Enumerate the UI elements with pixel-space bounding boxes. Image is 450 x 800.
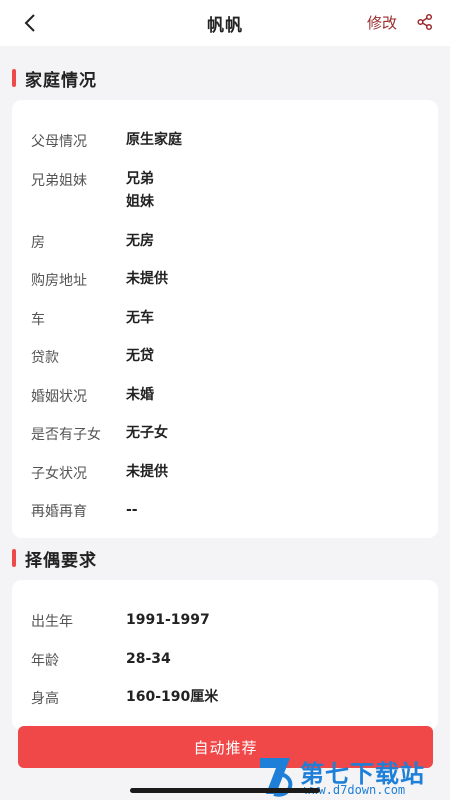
row-value: 原生家庭 (126, 132, 182, 148)
row-value: 无子女 (126, 425, 168, 441)
row-label: 贷款 (31, 350, 59, 366)
row-label: 房 (31, 235, 45, 251)
partner-section-title: 择偶要求 (25, 550, 97, 571)
share-icon (417, 13, 433, 31)
family-section-header: 家庭情况 (0, 64, 450, 92)
row-value: 姐妹 (126, 194, 154, 210)
home-indicator (130, 788, 320, 793)
row-value: 兄弟 (126, 171, 154, 187)
row-label: 再婚再育 (31, 504, 87, 520)
row-value: 无房 (126, 233, 154, 249)
row-value: 未婚 (126, 387, 154, 403)
screen: 帆帆 修改 家庭情况 父母情况 原生家庭 兄弟姐妹 兄弟 姐妹 房 无房 购房地… (0, 0, 450, 800)
row-label: 车 (31, 312, 45, 328)
row-label: 子女状况 (31, 466, 87, 482)
share-button[interactable] (416, 13, 434, 31)
family-card: 父母情况 原生家庭 兄弟姐妹 兄弟 姐妹 房 无房 购房地址 未提供 车 无车 … (12, 100, 438, 538)
row-value: -- (126, 502, 138, 518)
row-label: 婚姻状况 (31, 389, 87, 405)
row-value: 未提供 (126, 271, 168, 287)
partner-section-header: 择偶要求 (0, 544, 450, 572)
row-label: 兄弟姐妹 (31, 173, 87, 189)
chevron-left-icon (24, 14, 35, 32)
row-label: 父母情况 (31, 134, 87, 150)
row-value: 无车 (126, 310, 154, 326)
row-value: 160-190厘米 (126, 689, 219, 705)
row-value: 无贷 (126, 348, 154, 364)
partner-card: 出生年 1991-1997 年龄 28-34 身高 160-190厘米 (12, 580, 438, 730)
section-marker (12, 549, 16, 567)
row-value: 未提供 (126, 464, 168, 480)
back-button[interactable] (18, 11, 42, 35)
row-label: 年龄 (31, 653, 59, 669)
top-bar: 帆帆 修改 (0, 0, 450, 46)
family-section-title: 家庭情况 (25, 70, 97, 91)
row-value: 28-34 (126, 651, 171, 667)
row-label: 身高 (31, 691, 59, 707)
page-title: 帆帆 (207, 15, 243, 36)
section-marker (12, 69, 16, 87)
row-label: 是否有子女 (31, 427, 101, 443)
row-label: 购房地址 (31, 273, 87, 289)
row-label: 出生年 (31, 614, 73, 630)
row-value: 1991-1997 (126, 612, 210, 628)
edit-button[interactable]: 修改 (367, 12, 397, 33)
